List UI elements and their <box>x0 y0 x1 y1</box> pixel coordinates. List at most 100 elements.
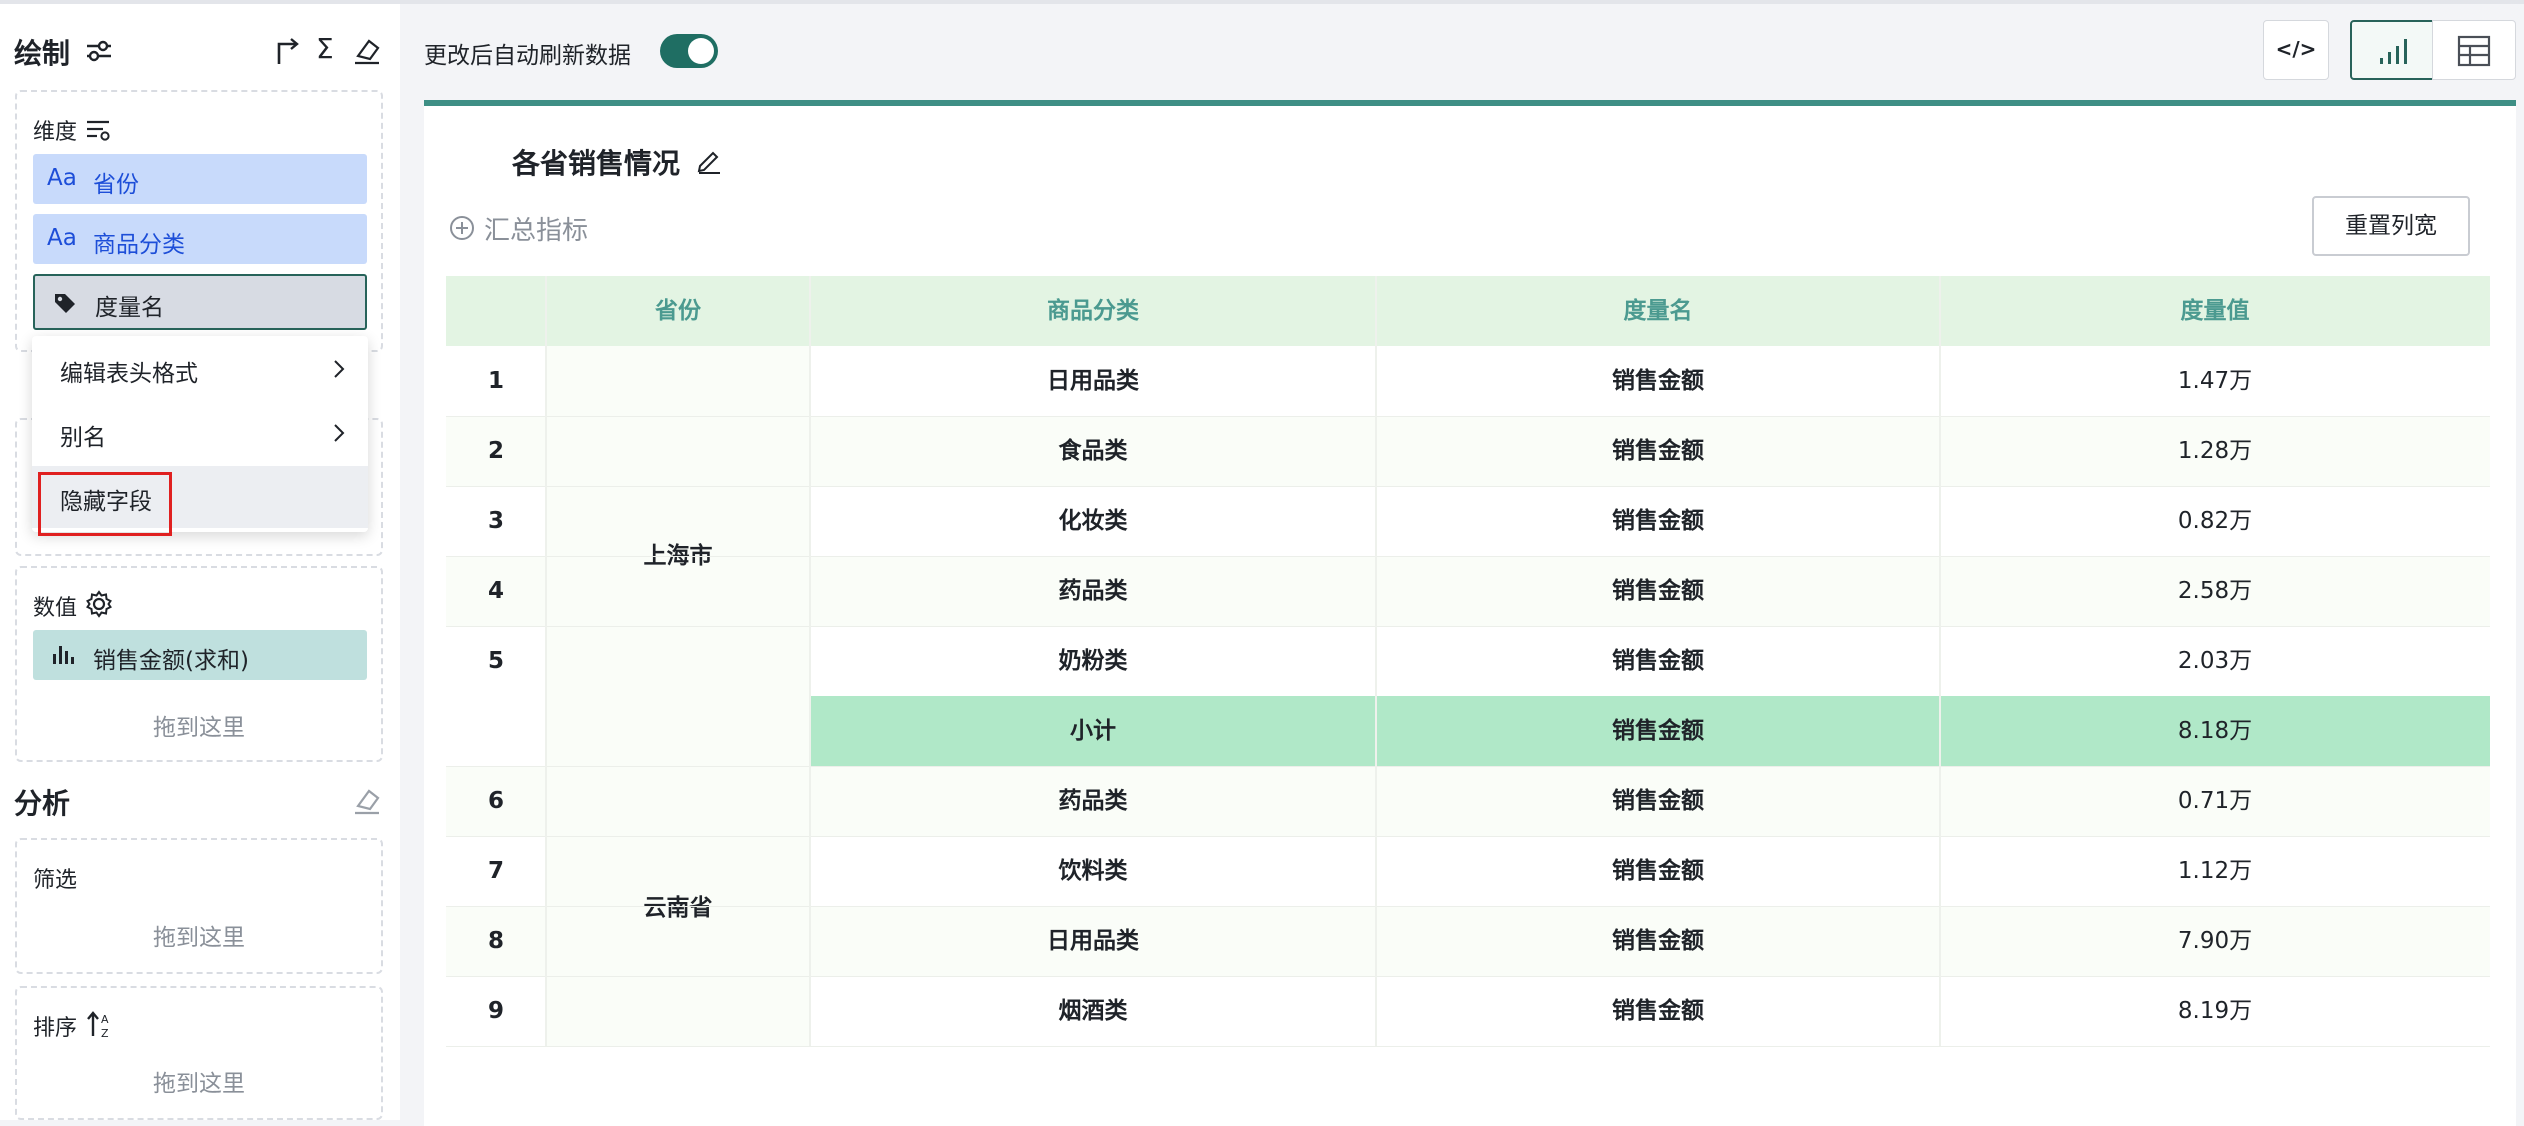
row-index: 2 <box>487 438 504 464</box>
row-divider <box>446 626 2490 627</box>
cell-measure-name: 销售金额 <box>1612 998 1704 1024</box>
reset-column-width-button[interactable]: 重置列宽 <box>2312 196 2470 256</box>
cell-category: 奶粉类 <box>1058 648 1128 674</box>
filter-section: 筛选 拖到这里 <box>15 838 383 974</box>
subtotal-measure-name: 销售金额 <box>1612 718 1704 744</box>
cell-measure-name: 销售金额 <box>1612 788 1704 814</box>
cell-measure-name: 销售金额 <box>1612 578 1704 604</box>
cell-measure-value: 0.71万 <box>2177 788 2253 814</box>
cell-category: 饮料类 <box>1058 858 1128 884</box>
cell-category: 日用品类 <box>1047 368 1139 394</box>
row-divider <box>446 766 2490 767</box>
row-index: 9 <box>487 998 504 1024</box>
eraser-icon[interactable] <box>352 786 382 816</box>
values-drop-zone[interactable]: 拖到这里 <box>17 708 381 742</box>
eraser-icon[interactable] <box>352 36 382 66</box>
summary-metrics-button[interactable]: 汇总指标 <box>484 210 588 247</box>
draw-title: 绘制 <box>14 37 71 70</box>
dimension-label: 维度 <box>33 120 78 145</box>
subtotal-label: 小计 <box>1070 718 1116 744</box>
row-divider <box>446 486 2490 487</box>
values-label: 数值 <box>33 596 78 621</box>
row-index: 4 <box>487 578 504 604</box>
sort-drop-zone[interactable]: 拖到这里 <box>17 1064 381 1098</box>
values-section: 数值 销售金额(求和) 拖到这里 <box>15 566 383 762</box>
row-divider <box>446 416 2490 417</box>
axis-swap-icon[interactable] <box>272 38 300 66</box>
header-province[interactable]: 省份 <box>546 276 810 346</box>
field-context-menu: 编辑表头格式 别名 隐藏字段 <box>32 336 368 536</box>
menu-item-label: 别名 <box>60 425 106 451</box>
header-category[interactable]: 商品分类 <box>810 276 1376 346</box>
menu-item-hide-field[interactable]: 隐藏字段 <box>32 466 368 536</box>
row-index: 3 <box>487 508 504 534</box>
header-measure-value[interactable]: 度量值 <box>1940 276 2490 346</box>
dimension-filter-icon[interactable] <box>85 118 111 142</box>
cell-measure-value: 2.03万 <box>2177 648 2253 674</box>
measure-names-chip[interactable]: 度量名 <box>33 274 367 330</box>
dimension-chip-province[interactable]: Aa 省份 <box>33 154 367 204</box>
row-divider <box>446 836 2490 837</box>
text-type-icon: Aa <box>47 225 77 251</box>
row-divider <box>446 556 2490 557</box>
header-measure-name[interactable]: 度量名 <box>1376 276 1940 346</box>
settings-sliders-icon[interactable] <box>84 36 114 66</box>
cell-measure-name: 销售金额 <box>1612 368 1704 394</box>
province-label: 云南省 <box>643 895 713 921</box>
cell-measure-value: 1.12万 <box>2177 858 2253 884</box>
menu-item-alias[interactable]: 别名 <box>32 402 368 464</box>
bar-chart-icon <box>53 646 74 664</box>
dimension-chip-category[interactable]: Aa 商品分类 <box>33 214 367 264</box>
row-divider <box>446 976 2490 977</box>
sort-ascending-icon[interactable]: A Z <box>87 1010 115 1040</box>
sort-section: 排序 A Z 拖到这里 <box>15 986 383 1120</box>
bar-chart-icon <box>2380 39 2407 64</box>
add-circle-icon[interactable] <box>448 214 476 242</box>
toggle-knob <box>688 38 714 64</box>
filter-drop-zone[interactable]: 拖到这里 <box>17 918 381 952</box>
province-label: 上海市 <box>643 543 713 569</box>
chevron-right-icon <box>334 360 345 378</box>
filter-label: 筛选 <box>33 868 78 893</box>
row-divider <box>446 1046 2490 1047</box>
cell-measure-name: 销售金额 <box>1612 438 1704 464</box>
menu-item-edit-header-format[interactable]: 编辑表头格式 <box>32 338 368 400</box>
row-index: 1 <box>487 368 504 394</box>
text-type-icon: Aa <box>47 165 77 191</box>
row-index: 6 <box>487 788 504 814</box>
chart-view-button[interactable] <box>2350 20 2434 80</box>
cell-measure-value: 8.19万 <box>2177 998 2253 1024</box>
sort-label: 排序 <box>33 1016 78 1041</box>
menu-item-label: 编辑表头格式 <box>60 361 198 387</box>
column-divider <box>545 276 547 1046</box>
cell-measure-value: 1.28万 <box>2177 438 2253 464</box>
auto-refresh-toggle[interactable] <box>660 34 718 68</box>
tag-icon <box>55 294 75 313</box>
table-view-button[interactable] <box>2432 20 2516 80</box>
chevron-right-icon <box>334 424 345 442</box>
cell-category: 化妆类 <box>1058 508 1128 534</box>
value-chip-sales[interactable]: 销售金额(求和) <box>33 630 367 680</box>
analysis-header: 分析 <box>14 782 384 822</box>
cell-measure-value: 7.90万 <box>2177 928 2253 954</box>
gear-icon[interactable] <box>85 590 113 618</box>
cell-category: 药品类 <box>1058 578 1128 604</box>
cell-measure-name: 销售金额 <box>1612 648 1704 674</box>
code-view-button[interactable]: </> <box>2263 20 2329 80</box>
dimension-section: 维度 Aa 省份 Aa 商品分类 度量名 <box>15 90 383 352</box>
cell-measure-value: 1.47万 <box>2177 368 2253 394</box>
dimension-chip-label: 省份 <box>93 172 139 198</box>
dimension-chip-label: 商品分类 <box>93 232 185 258</box>
auto-refresh-label: 更改后自动刷新数据 <box>424 43 631 69</box>
cell-category: 药品类 <box>1058 788 1128 814</box>
column-divider <box>1939 276 1941 1046</box>
draw-header: 绘制 Σ <box>14 30 384 74</box>
highlight-box <box>38 472 172 536</box>
svg-text:Z: Z <box>101 1027 109 1040</box>
cell-measure-value: 0.82万 <box>2177 508 2253 534</box>
subtotal-value: 8.18万 <box>2177 718 2253 744</box>
cell-category: 日用品类 <box>1047 928 1139 954</box>
edit-pencil-icon[interactable] <box>696 148 722 174</box>
sigma-icon[interactable]: Σ <box>316 32 334 65</box>
table-icon <box>2457 35 2491 67</box>
